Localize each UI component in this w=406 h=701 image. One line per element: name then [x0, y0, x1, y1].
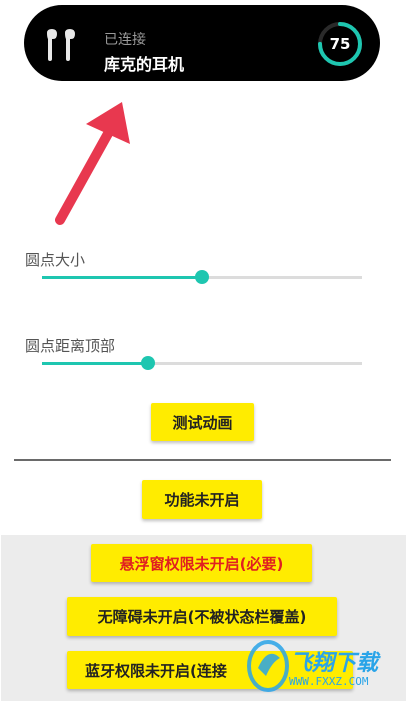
dot-size-slider[interactable] — [42, 267, 362, 287]
airpods-icon — [47, 29, 75, 61]
red-arrow-icon — [55, 102, 130, 225]
divider — [14, 459, 391, 461]
slider-thumb[interactable] — [140, 356, 155, 370]
slider-thumb[interactable] — [195, 270, 209, 284]
feature-status-button[interactable]: 功能未开启 — [142, 480, 262, 519]
test-animation-button[interactable]: 测试动画 — [151, 403, 254, 441]
connection-status: 已连接 — [104, 32, 146, 48]
dot-offset-slider[interactable] — [42, 353, 362, 373]
watermark-url: WWW.FXXZ.COM — [289, 675, 369, 688]
slider-fill — [42, 362, 148, 365]
watermark-title: 飞翔下载 — [290, 651, 379, 676]
device-name: 库克的耳机 — [104, 55, 185, 74]
overlay-permission-button[interactable]: 悬浮窗权限未开启(必要) — [91, 544, 312, 582]
battery-level: 75 — [329, 35, 351, 53]
slider-fill — [42, 276, 202, 279]
connection-pill[interactable]: 已连接 库克的耳机 75 — [24, 5, 380, 81]
